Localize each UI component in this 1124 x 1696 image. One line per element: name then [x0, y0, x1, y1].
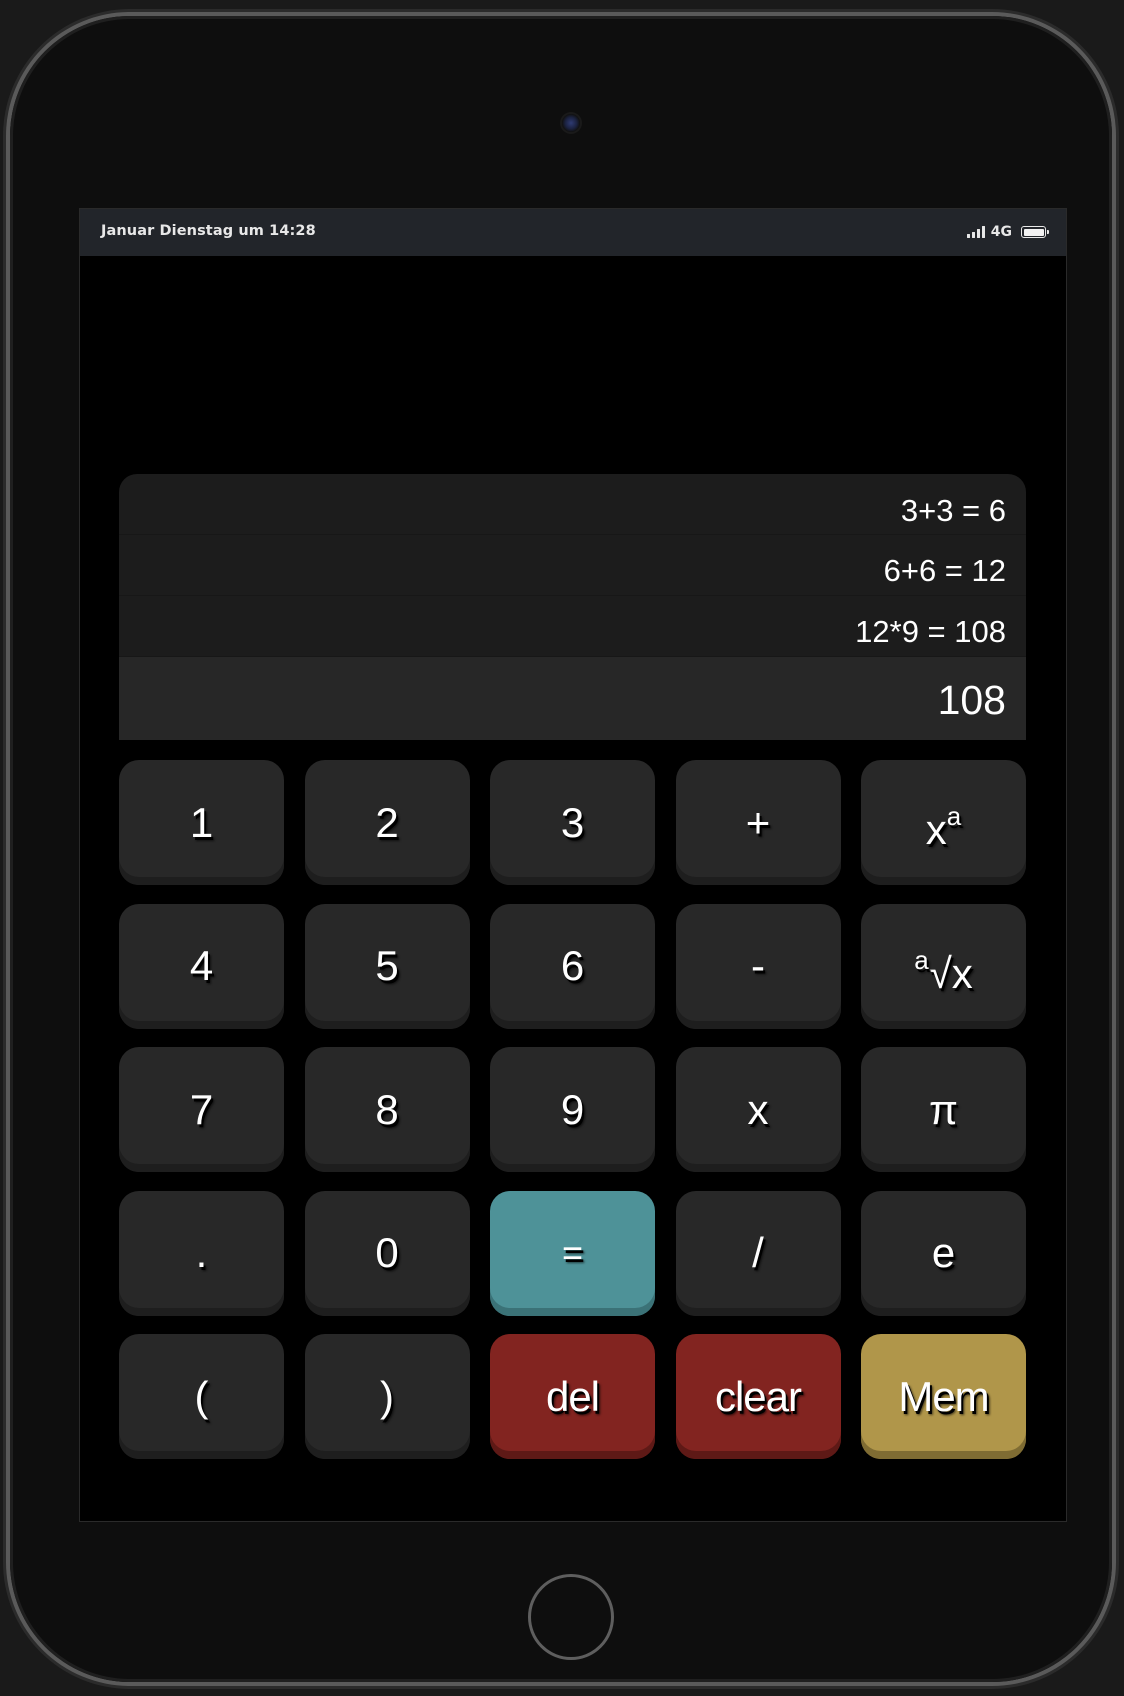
root-body-label: √x	[928, 949, 973, 997]
key-root[interactable]: a√x	[861, 903, 1026, 1029]
power-base-label: x	[925, 806, 947, 853]
key-multiply[interactable]: x	[675, 1047, 841, 1172]
status-datetime: Januar Dienstag um 14:28	[101, 223, 316, 239]
front-camera	[562, 114, 580, 132]
key-equals[interactable]: =	[490, 1190, 655, 1316]
current-result: 108	[119, 657, 1026, 740]
power-exponent-label: a	[946, 801, 962, 831]
key-4[interactable]: 4	[119, 903, 284, 1029]
key-2[interactable]: 2	[304, 760, 470, 885]
key-9[interactable]: 9	[490, 1047, 655, 1172]
key-open-paren[interactable]: (	[119, 1334, 284, 1459]
app-screen: Januar Dienstag um 14:28 4G 3+3 = 6 6+6 …	[79, 208, 1067, 1522]
key-plus[interactable]: +	[675, 760, 841, 885]
history-entry: 12*9 = 108	[119, 596, 1026, 657]
network-type: 4G	[990, 224, 1012, 240]
history-entry: 6+6 = 12	[119, 535, 1026, 596]
calculator-display: 3+3 = 6 6+6 = 12 12*9 = 108 108	[119, 474, 1026, 740]
tablet-frame: Januar Dienstag um 14:28 4G 3+3 = 6 6+6 …	[10, 16, 1112, 1682]
key-minus[interactable]: -	[675, 903, 841, 1029]
key-6[interactable]: 6	[490, 903, 655, 1029]
key-close-paren[interactable]: )	[304, 1334, 470, 1459]
root-index-label: a	[914, 944, 929, 975]
battery-level	[1023, 228, 1044, 236]
key-delete[interactable]: del	[490, 1334, 655, 1459]
key-memory[interactable]: Mem	[861, 1334, 1026, 1459]
key-0[interactable]: 0	[304, 1190, 470, 1316]
key-power[interactable]: xa	[861, 760, 1026, 885]
key-euler[interactable]: e	[861, 1190, 1026, 1316]
key-8[interactable]: 8	[304, 1047, 470, 1172]
home-button[interactable]	[528, 1574, 614, 1660]
cellular-signal-icon	[966, 226, 985, 238]
key-pi[interactable]: π	[861, 1047, 1026, 1172]
status-indicators: 4G	[966, 223, 1049, 241]
key-1[interactable]: 1	[119, 760, 284, 885]
key-7[interactable]: 7	[119, 1047, 284, 1172]
key-clear[interactable]: clear	[675, 1334, 841, 1459]
key-divide[interactable]: /	[675, 1190, 841, 1316]
key-decimal[interactable]: .	[119, 1190, 284, 1316]
battery-icon	[1021, 226, 1049, 238]
key-3[interactable]: 3	[490, 760, 655, 885]
key-5[interactable]: 5	[304, 903, 470, 1029]
keypad: 1 2 3 + xa 4 5 6 - a√x 7 8 9 x π . 0 = /…	[119, 760, 1026, 1459]
history-entry: 3+3 = 6	[119, 474, 1026, 535]
status-bar: Januar Dienstag um 14:28 4G	[80, 209, 1066, 256]
